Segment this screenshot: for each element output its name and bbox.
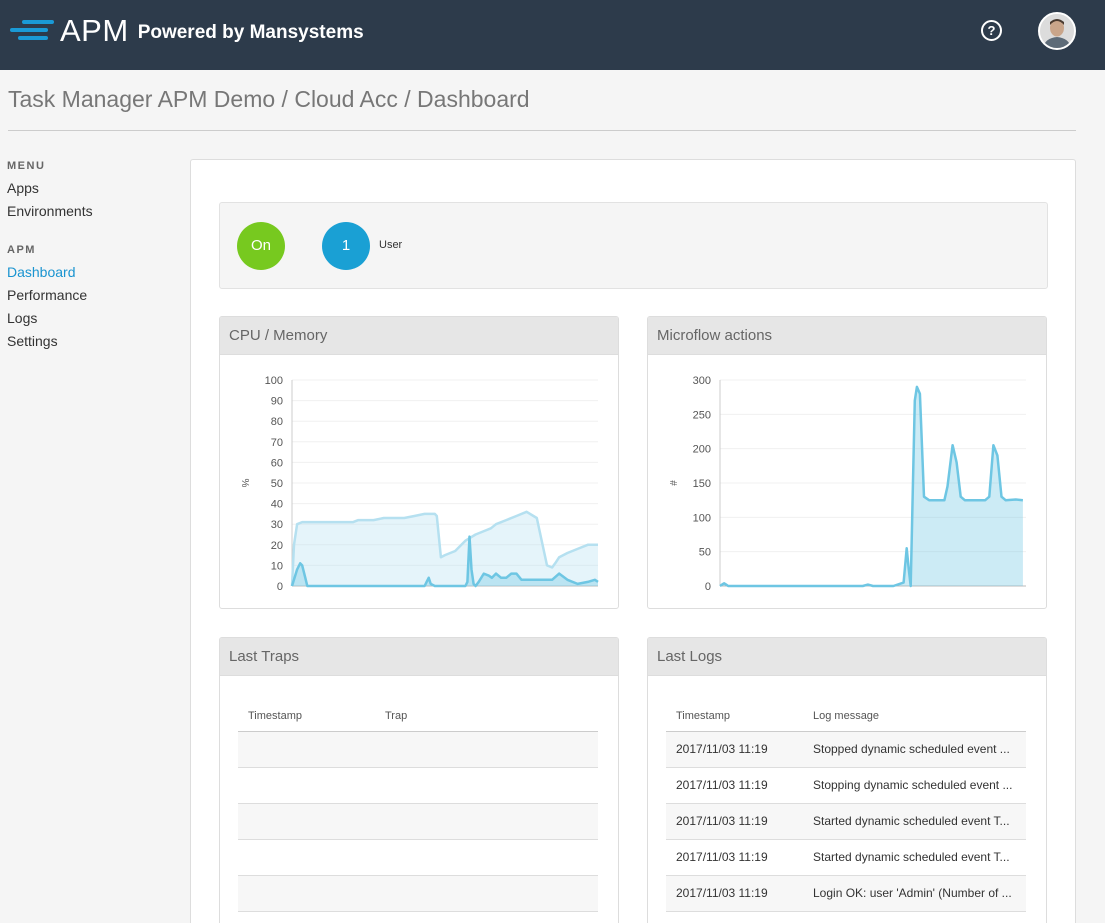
y-tick-label: 10 — [271, 560, 283, 572]
sidebar-item-performance[interactable]: Performance — [7, 287, 177, 310]
table-row[interactable]: 2017/11/03 11:19 Stopping dynamic schedul… — [666, 767, 1026, 804]
cpu-memory-chart: 0 10 20 30 40 50 60 70 80 90 100% — [239, 375, 599, 593]
last-logs-card: Last Logs Timestamp Log message 2017/11/… — [647, 637, 1047, 923]
microflow-card: Microflow actions 0 50 100 150 200 250 300 # — [647, 316, 1047, 609]
y-tick-label: 60 — [271, 457, 283, 469]
y-tick-label: 20 — [271, 540, 283, 552]
cell-timestamp — [238, 839, 375, 876]
status-box: On 1 User — [219, 202, 1048, 289]
help-icon[interactable]: ? — [981, 20, 1002, 41]
table-row[interactable]: 2017/11/03 11:19 Login OK: user 'Admin' (… — [666, 875, 1026, 912]
header-divider — [8, 130, 1076, 131]
user-count-badge: 1 — [322, 222, 370, 270]
cell-message: Started dynamic scheduled event T... — [803, 803, 1026, 840]
cell-message — [375, 803, 598, 840]
cell-message — [375, 875, 598, 912]
series-area — [720, 386, 1023, 586]
table-row[interactable] — [238, 731, 598, 768]
apm-heading: APM — [7, 244, 36, 256]
y-tick-label: 0 — [705, 581, 711, 593]
traps-col-trap[interactable]: Trap — [375, 701, 598, 732]
y-axis-label: % — [239, 479, 250, 488]
dashboard-panel: On 1 User CPU / Memory 0 10 20 30 40 50 60 70 80… — [190, 159, 1076, 923]
cell-timestamp: 2017/11/03 11:19 — [666, 839, 803, 876]
y-tick-label: 0 — [277, 581, 283, 593]
status-badge: On — [237, 222, 285, 270]
cell-timestamp: 2017/11/03 11:19 — [666, 875, 803, 912]
menu-heading: MENU — [7, 160, 46, 172]
sidebar: MENU Apps Environments APM Dashboard Per… — [7, 160, 177, 356]
y-tick-label: 50 — [271, 478, 283, 490]
y-tick-label: 300 — [693, 375, 711, 387]
top-bar: APM Powered by Mansystems ? — [0, 0, 1105, 70]
logs-col-message[interactable]: Log message — [803, 701, 1026, 732]
y-tick-label: 150 — [693, 478, 711, 490]
table-row[interactable] — [238, 875, 598, 912]
y-tick-label: 30 — [271, 519, 283, 531]
table-row[interactable]: 2017/11/03 11:19 Started dynamic schedule… — [666, 839, 1026, 876]
y-tick-label: 200 — [693, 444, 711, 456]
microflow-title: Microflow actions — [648, 317, 1046, 355]
y-tick-label: 40 — [271, 499, 283, 511]
avatar-icon — [1040, 14, 1074, 48]
cell-message: Login OK: user 'Admin' (Number of ... — [803, 875, 1026, 912]
cell-message — [375, 767, 598, 804]
cell-timestamp — [238, 731, 375, 768]
cell-message: Stopped dynamic scheduled event ... — [803, 731, 1026, 768]
cell-timestamp — [238, 875, 375, 912]
y-tick-label: 100 — [265, 375, 283, 387]
table-row[interactable] — [238, 767, 598, 804]
sidebar-item-environments[interactable]: Environments — [7, 203, 177, 226]
traps-table: Timestamp Trap — [238, 701, 598, 912]
powered-by-text: Powered by Mansystems — [137, 22, 364, 43]
page-breadcrumb: Task Manager APM Demo / Cloud Acc / Dash… — [8, 86, 530, 112]
cpu-memory-card: CPU / Memory 0 10 20 30 40 50 60 70 80 90 100% — [219, 316, 619, 609]
cell-timestamp: 2017/11/03 11:19 — [666, 767, 803, 804]
logo-bars-icon — [8, 17, 54, 43]
sidebar-item-apps[interactable]: Apps — [7, 180, 177, 203]
logo-text: APM — [60, 12, 129, 48]
traps-col-timestamp[interactable]: Timestamp — [238, 701, 375, 732]
apm-logo[interactable]: APM Powered by Mansystems — [8, 10, 364, 50]
sidebar-item-dashboard[interactable]: Dashboard — [7, 264, 177, 287]
cpu-memory-title: CPU / Memory — [220, 317, 618, 355]
y-tick-label: 100 — [693, 512, 711, 524]
user-avatar[interactable] — [1038, 12, 1076, 50]
table-row[interactable] — [238, 803, 598, 840]
last-traps-title: Last Traps — [220, 638, 618, 676]
table-row[interactable]: 2017/11/03 11:19 Started dynamic schedule… — [666, 803, 1026, 840]
microflow-chart: 0 50 100 150 200 250 300 # — [667, 375, 1026, 593]
cell-timestamp: 2017/11/03 11:19 — [666, 803, 803, 840]
cell-timestamp — [238, 767, 375, 804]
cell-message — [375, 731, 598, 768]
y-tick-label: 90 — [271, 396, 283, 408]
cell-message: Stopping dynamic scheduled event ... — [803, 767, 1026, 804]
cell-timestamp: 2017/11/03 11:19 — [666, 731, 803, 768]
cell-message: Started dynamic scheduled event T... — [803, 839, 1026, 876]
last-traps-card: Last Traps Timestamp Trap — [219, 637, 619, 923]
y-tick-label: 80 — [271, 416, 283, 428]
last-logs-title: Last Logs — [648, 638, 1046, 676]
cell-message — [375, 839, 598, 876]
y-tick-label: 70 — [271, 437, 283, 449]
sidebar-item-logs[interactable]: Logs — [7, 310, 177, 333]
y-axis-label: # — [667, 480, 678, 486]
user-count-label: User — [379, 239, 403, 251]
table-row[interactable]: 2017/11/03 11:19 Stopped dynamic schedule… — [666, 731, 1026, 768]
sidebar-item-settings[interactable]: Settings — [7, 333, 177, 356]
y-tick-label: 50 — [699, 547, 711, 559]
logs-table: Timestamp Log message 2017/11/03 11:19 St… — [666, 701, 1026, 912]
table-row[interactable] — [238, 839, 598, 876]
y-tick-label: 250 — [693, 409, 711, 421]
cell-timestamp — [238, 803, 375, 840]
logs-col-timestamp[interactable]: Timestamp — [666, 701, 803, 732]
